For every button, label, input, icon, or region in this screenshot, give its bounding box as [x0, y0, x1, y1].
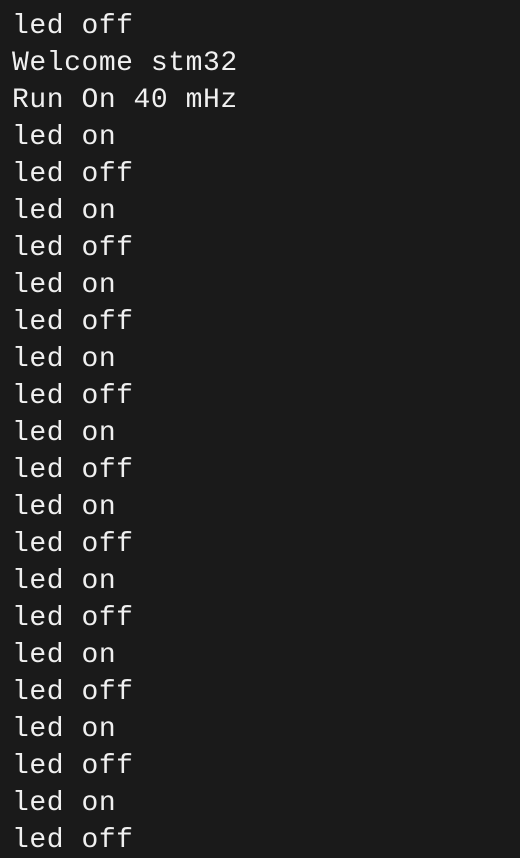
terminal-line: led on [12, 489, 508, 526]
terminal-line: led off [12, 378, 508, 415]
terminal-line: led off [12, 674, 508, 711]
terminal-line: Welcome stm32 [12, 45, 508, 82]
terminal-line: led on [12, 341, 508, 378]
terminal-line: led on [12, 415, 508, 452]
terminal-line: led off [12, 822, 508, 858]
terminal-line: led off [12, 526, 508, 563]
terminal-line: led on [12, 711, 508, 748]
terminal-line: led off [12, 230, 508, 267]
terminal-line: led on [12, 267, 508, 304]
terminal-window: led offWelcome stm32Run On 40 mHzled onl… [0, 0, 520, 858]
terminal-line: led off [12, 8, 508, 45]
terminal-line: led off [12, 748, 508, 785]
terminal-line: Run On 40 mHz [12, 82, 508, 119]
terminal-line: led on [12, 119, 508, 156]
terminal-line: led off [12, 304, 508, 341]
terminal-line: led on [12, 785, 508, 822]
terminal-line: led off [12, 600, 508, 637]
terminal-line: led on [12, 193, 508, 230]
terminal-line: led on [12, 637, 508, 674]
terminal-line: led off [12, 156, 508, 193]
terminal-line: led on [12, 563, 508, 600]
terminal-line: led off [12, 452, 508, 489]
